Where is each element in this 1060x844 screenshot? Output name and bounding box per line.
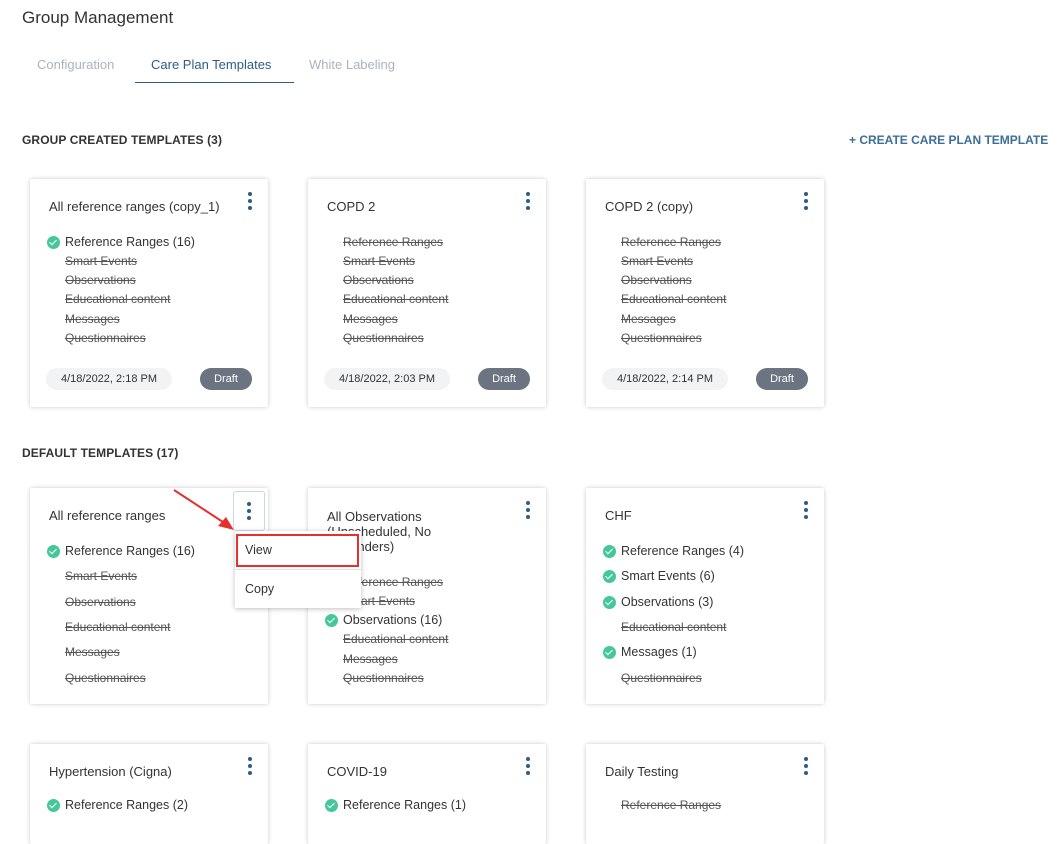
more-vertical-icon[interactable] [798,500,814,520]
more-vertical-icon[interactable] [520,500,536,520]
check-circle-icon [325,614,338,627]
template-card[interactable]: COPD 2 (copy) Reference Ranges Smart Eve… [586,179,824,407]
tab-care-plan-templates[interactable]: Care Plan Templates [151,57,271,72]
list-item: Messages (1) [621,645,697,659]
date-badge: 4/18/2022, 2:18 PM [46,368,172,390]
annotation-highlight-box [236,534,359,567]
group-templates-heading: GROUP CREATED TEMPLATES (3) [22,133,223,147]
template-card[interactable]: COVID-19 Reference Ranges (1) [308,744,546,844]
more-vertical-icon[interactable] [798,191,814,211]
status-badge: Draft [478,368,530,390]
active-tab-indicator [135,82,294,83]
list-item: Messages [65,312,120,326]
list-item: Observations [343,273,414,287]
list-item: Educational content [343,632,449,646]
template-card[interactable]: Daily Testing Reference Ranges [586,744,824,844]
annotation-arrow-icon [173,489,234,530]
status-badge: Draft [200,368,252,390]
card-title: Daily Testing [605,764,679,779]
card-title: Hypertension (Cigna) [49,764,172,779]
list-item: Smart Events [621,254,694,268]
check-circle-icon [603,570,616,583]
list-item: Smart Events [65,254,138,268]
list-item: Messages [621,312,676,326]
template-card[interactable]: CHF Reference Ranges (4) Smart Events (6… [586,488,824,704]
list-item: Reference Ranges (16) [65,235,195,249]
check-circle-icon [47,236,60,249]
list-item: Educational content [343,292,449,306]
list-item: Messages [343,652,398,666]
list-item: Questionnaires [621,671,702,685]
default-templates-heading: DEFAULT TEMPLATES (17) [22,446,179,460]
card-title: All reference ranges (copy_1) [49,199,220,214]
list-item: Smart Events (6) [621,569,715,583]
more-vertical-icon[interactable] [520,756,536,776]
check-circle-icon [47,799,60,812]
list-item: Questionnaires [343,331,424,345]
template-card[interactable]: All reference ranges (copy_1) Reference … [30,179,268,407]
list-item: Observations (3) [621,595,714,609]
check-circle-icon [603,545,616,558]
menu-item-copy[interactable]: Copy [235,570,361,608]
card-title: COPD 2 [327,199,376,214]
status-badge: Draft [756,368,808,390]
list-item: Reference Ranges [343,235,444,249]
template-card[interactable]: COPD 2 Reference Ranges Smart Events Obs… [308,179,546,407]
list-item: Observations [65,273,136,287]
list-item: Questionnaires [65,671,146,685]
list-item: Questionnaires [343,671,424,685]
list-item: Educational content [621,292,727,306]
page-title: Group Management [22,8,174,27]
more-vertical-icon[interactable] [798,756,814,776]
list-item: Educational content [621,620,727,634]
list-item: Messages [343,312,398,326]
more-vertical-icon[interactable] [520,191,536,211]
tab-white-labeling[interactable]: White Labeling [309,57,395,72]
template-card[interactable]: Hypertension (Cigna) Reference Ranges (2… [30,744,268,844]
list-item: Observations [65,595,136,609]
more-vertical-icon[interactable] [242,191,258,211]
list-item: Reference Ranges [621,235,722,249]
list-item: Smart Events [343,254,416,268]
check-circle-icon [325,799,338,812]
date-badge: 4/18/2022, 2:03 PM [324,368,450,390]
list-item: Reference Ranges (4) [621,544,744,558]
create-care-plan-template-button[interactable]: + CREATE CARE PLAN TEMPLATE [849,133,1048,147]
list-item: Educational content [65,620,171,634]
card-title: COVID-19 [327,764,387,779]
more-vertical-icon[interactable] [242,756,258,776]
list-item: Educational content [65,292,171,306]
list-item: Observations [621,273,692,287]
list-item: Questionnaires [621,331,702,345]
list-item: Smart Events [65,569,138,583]
list-item: Reference Ranges (16) [65,544,195,558]
list-item: Questionnaires [65,331,146,345]
list-item: Observations (16) [343,613,443,627]
check-circle-icon [603,646,616,659]
list-item: Messages [65,645,120,659]
card-title: CHF [605,508,632,523]
check-circle-icon [47,545,60,558]
check-circle-icon [603,596,616,609]
tab-configuration[interactable]: Configuration [37,57,114,72]
card-title: COPD 2 (copy) [605,199,694,214]
date-badge: 4/18/2022, 2:14 PM [602,368,728,390]
menu-item-label: Copy [245,582,275,596]
